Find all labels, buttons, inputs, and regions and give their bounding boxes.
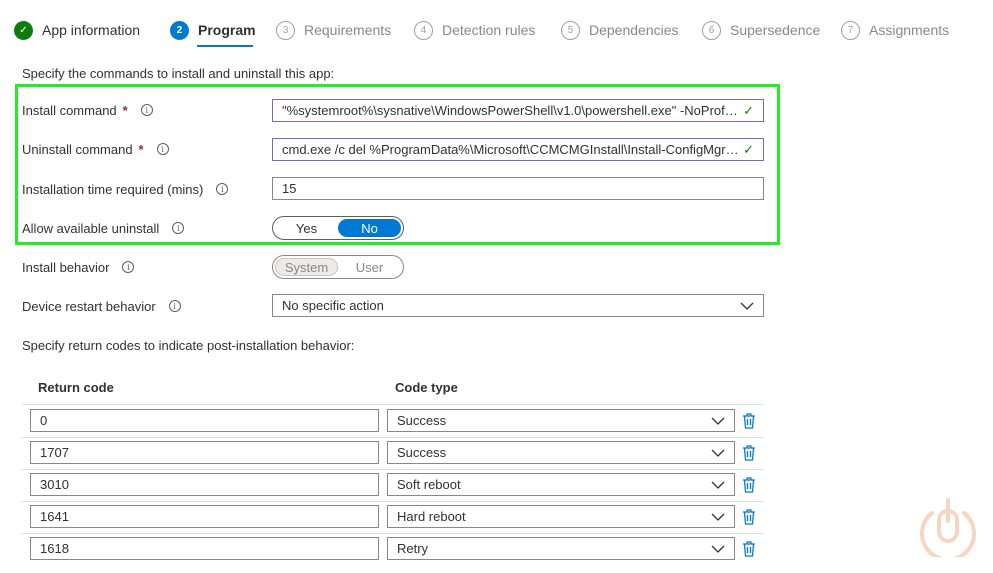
toggle-no[interactable]: No [338, 219, 401, 237]
trash-icon[interactable] [742, 413, 756, 429]
step-number-icon: 3 [276, 20, 295, 40]
chevron-down-icon [740, 302, 754, 310]
code-type-dropdown[interactable]: Success [387, 441, 735, 464]
step-detection-rules[interactable]: 4 Detection rules [414, 19, 535, 41]
chevron-down-icon [711, 449, 725, 457]
install-command-label: Install command * i [22, 100, 153, 120]
step-requirements[interactable]: 3 Requirements [276, 19, 391, 41]
active-step-underline [197, 45, 253, 47]
step-number-icon: 6 [702, 20, 721, 40]
col-header-return-code: Return code [38, 380, 114, 395]
step-app-information[interactable]: ✓ App information [14, 19, 140, 41]
step-label: Program [198, 22, 256, 38]
chevron-down-icon [711, 417, 725, 425]
intro-text: Specify the commands to install and unin… [22, 66, 335, 81]
allow-uninstall-label: Allow available uninstall i [22, 218, 185, 238]
trash-icon[interactable] [742, 509, 756, 525]
allow-uninstall-toggle[interactable]: Yes No [272, 216, 404, 240]
install-command-input[interactable]: "%systemroot%\sysnative\WindowsPowerShel… [272, 99, 764, 122]
step-dependencies[interactable]: 5 Dependencies [561, 19, 679, 41]
table-divider [22, 469, 763, 470]
info-icon[interactable]: i [140, 104, 153, 116]
step-program[interactable]: 2 Program [170, 19, 256, 41]
info-icon[interactable]: i [122, 261, 135, 273]
toggle-system[interactable]: System [275, 258, 339, 276]
code-type-dropdown[interactable]: Success [387, 409, 735, 432]
step-supersedence[interactable]: 6 Supersedence [702, 19, 820, 41]
info-icon[interactable]: i [168, 300, 181, 312]
install-behavior-toggle[interactable]: System User [272, 255, 404, 279]
info-icon[interactable]: i [172, 222, 185, 234]
chevron-down-icon [711, 513, 725, 521]
step-label: App information [42, 22, 141, 38]
toggle-yes[interactable]: Yes [275, 219, 338, 237]
table-divider [22, 437, 763, 438]
return-code-input[interactable]: 3010 [30, 473, 379, 496]
info-icon[interactable]: i [156, 143, 169, 155]
return-code-input[interactable]: 1618 [30, 537, 379, 560]
return-codes-title: Specify return codes to indicate post-in… [22, 338, 355, 353]
return-code-input[interactable]: 1707 [30, 441, 379, 464]
required-marker: * [138, 141, 144, 157]
toggle-user[interactable]: User [338, 258, 401, 276]
step-label: Detection rules [442, 22, 536, 38]
wizard-steps: ✓ App information 2 Program 3 Requiremen… [0, 0, 993, 58]
step-label: Requirements [304, 22, 392, 38]
step-assignments[interactable]: 7 Assignments [841, 19, 949, 41]
trash-icon[interactable] [742, 477, 756, 493]
step-label: Assignments [869, 22, 950, 38]
mouse-logo-icon [920, 498, 976, 557]
step-number-icon: 4 [414, 20, 433, 40]
step-number-icon: 5 [561, 20, 580, 40]
check-icon: ✓ [743, 102, 754, 118]
step-number-icon: 7 [841, 20, 860, 40]
step-number-icon: 2 [170, 20, 189, 40]
install-time-label: Installation time required (mins) i [22, 179, 229, 199]
trash-icon[interactable] [742, 541, 756, 557]
table-divider [22, 501, 763, 502]
return-code-input[interactable]: 0 [30, 409, 379, 432]
table-divider [22, 533, 763, 534]
code-type-dropdown[interactable]: Hard reboot [387, 505, 735, 528]
chevron-down-icon [711, 545, 725, 553]
restart-behavior-dropdown[interactable]: No specific action [272, 294, 764, 317]
uninstall-command-input[interactable]: cmd.exe /c del %ProgramData%\Microsoft\C… [272, 138, 764, 161]
restart-behavior-label: Device restart behavior i [22, 296, 181, 316]
chevron-down-icon [711, 481, 725, 489]
check-circle-icon: ✓ [14, 20, 33, 40]
step-label: Supersedence [730, 22, 821, 38]
install-time-input[interactable]: 15 [272, 177, 764, 200]
check-icon: ✓ [743, 141, 754, 157]
required-marker: * [122, 102, 128, 118]
trash-icon[interactable] [742, 445, 756, 461]
code-type-dropdown[interactable]: Soft reboot [387, 473, 735, 496]
info-icon[interactable]: i [216, 183, 229, 195]
step-label: Dependencies [589, 22, 679, 38]
code-type-dropdown[interactable]: Retry [387, 537, 735, 560]
install-behavior-label: Install behavior i [22, 257, 135, 277]
col-header-code-type: Code type [395, 380, 458, 395]
table-divider [22, 404, 763, 405]
uninstall-command-label: Uninstall command * i [22, 139, 169, 159]
return-code-input[interactable]: 1641 [30, 505, 379, 528]
